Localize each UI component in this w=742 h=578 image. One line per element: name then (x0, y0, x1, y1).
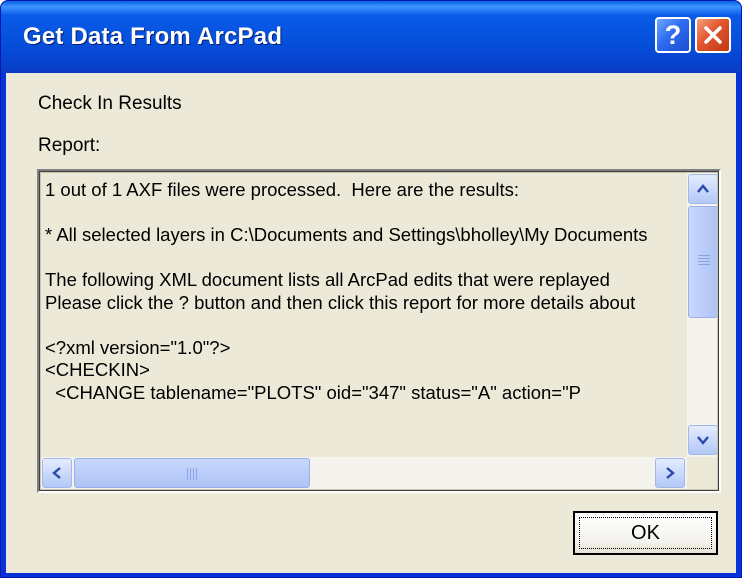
report-line (45, 202, 685, 225)
ok-button[interactable]: OK (573, 511, 718, 555)
report-line: The following XML document lists all Arc… (45, 269, 610, 290)
check-in-heading: Check In Results (38, 93, 182, 114)
help-button[interactable]: ? (655, 17, 691, 53)
chevron-right-icon (666, 467, 675, 479)
scroll-right-button[interactable] (655, 458, 685, 488)
horizontal-scroll-thumb[interactable] (74, 458, 310, 488)
report-line: <?xml version="1.0"?> (45, 336, 231, 358)
ok-button-label: OK (631, 521, 660, 544)
report-text[interactable]: 1 out of 1 AXF files were processed. Her… (45, 179, 685, 451)
report-line (45, 314, 685, 337)
help-icon: ? (664, 19, 682, 50)
close-icon (704, 26, 722, 44)
title-bar[interactable]: Get Data From ArcPad ? (1, 1, 741, 73)
report-textbox[interactable]: 1 out of 1 AXF files were processed. Her… (37, 169, 721, 493)
scrollbar-corner (687, 457, 717, 489)
chevron-down-icon (697, 436, 709, 445)
chevron-left-icon (52, 467, 61, 479)
report-line (45, 247, 685, 270)
chevron-up-icon (697, 184, 709, 193)
report-line: Please click the ? button and then click… (45, 291, 636, 313)
grip-icon (698, 255, 710, 265)
scroll-up-button[interactable] (688, 174, 717, 204)
scroll-down-button[interactable] (688, 425, 717, 455)
vertical-scroll-thumb[interactable] (688, 206, 717, 318)
report-line: * All selected layers in C:\Documents an… (45, 224, 648, 245)
close-button[interactable] (695, 17, 731, 53)
dialog-window: Get Data From ArcPad ? Check In Results … (0, 0, 742, 578)
scroll-left-button[interactable] (42, 458, 72, 488)
report-line: <CHANGE tablename="PLOTS" oid="347" stat… (45, 381, 581, 403)
window-title: Get Data From ArcPad (23, 23, 283, 50)
grip-icon (187, 468, 197, 480)
vertical-scrollbar[interactable] (687, 173, 717, 457)
report-viewport[interactable]: 1 out of 1 AXF files were processed. Her… (40, 172, 718, 490)
report-label: Report: (38, 135, 101, 156)
horizontal-scrollbar[interactable] (41, 457, 687, 489)
report-line: 1 out of 1 AXF files were processed. Her… (45, 179, 520, 200)
dialog-body: Check In Results Report: 1 out of 1 AXF … (6, 73, 736, 573)
report-line: <CHECKIN> (45, 359, 150, 380)
